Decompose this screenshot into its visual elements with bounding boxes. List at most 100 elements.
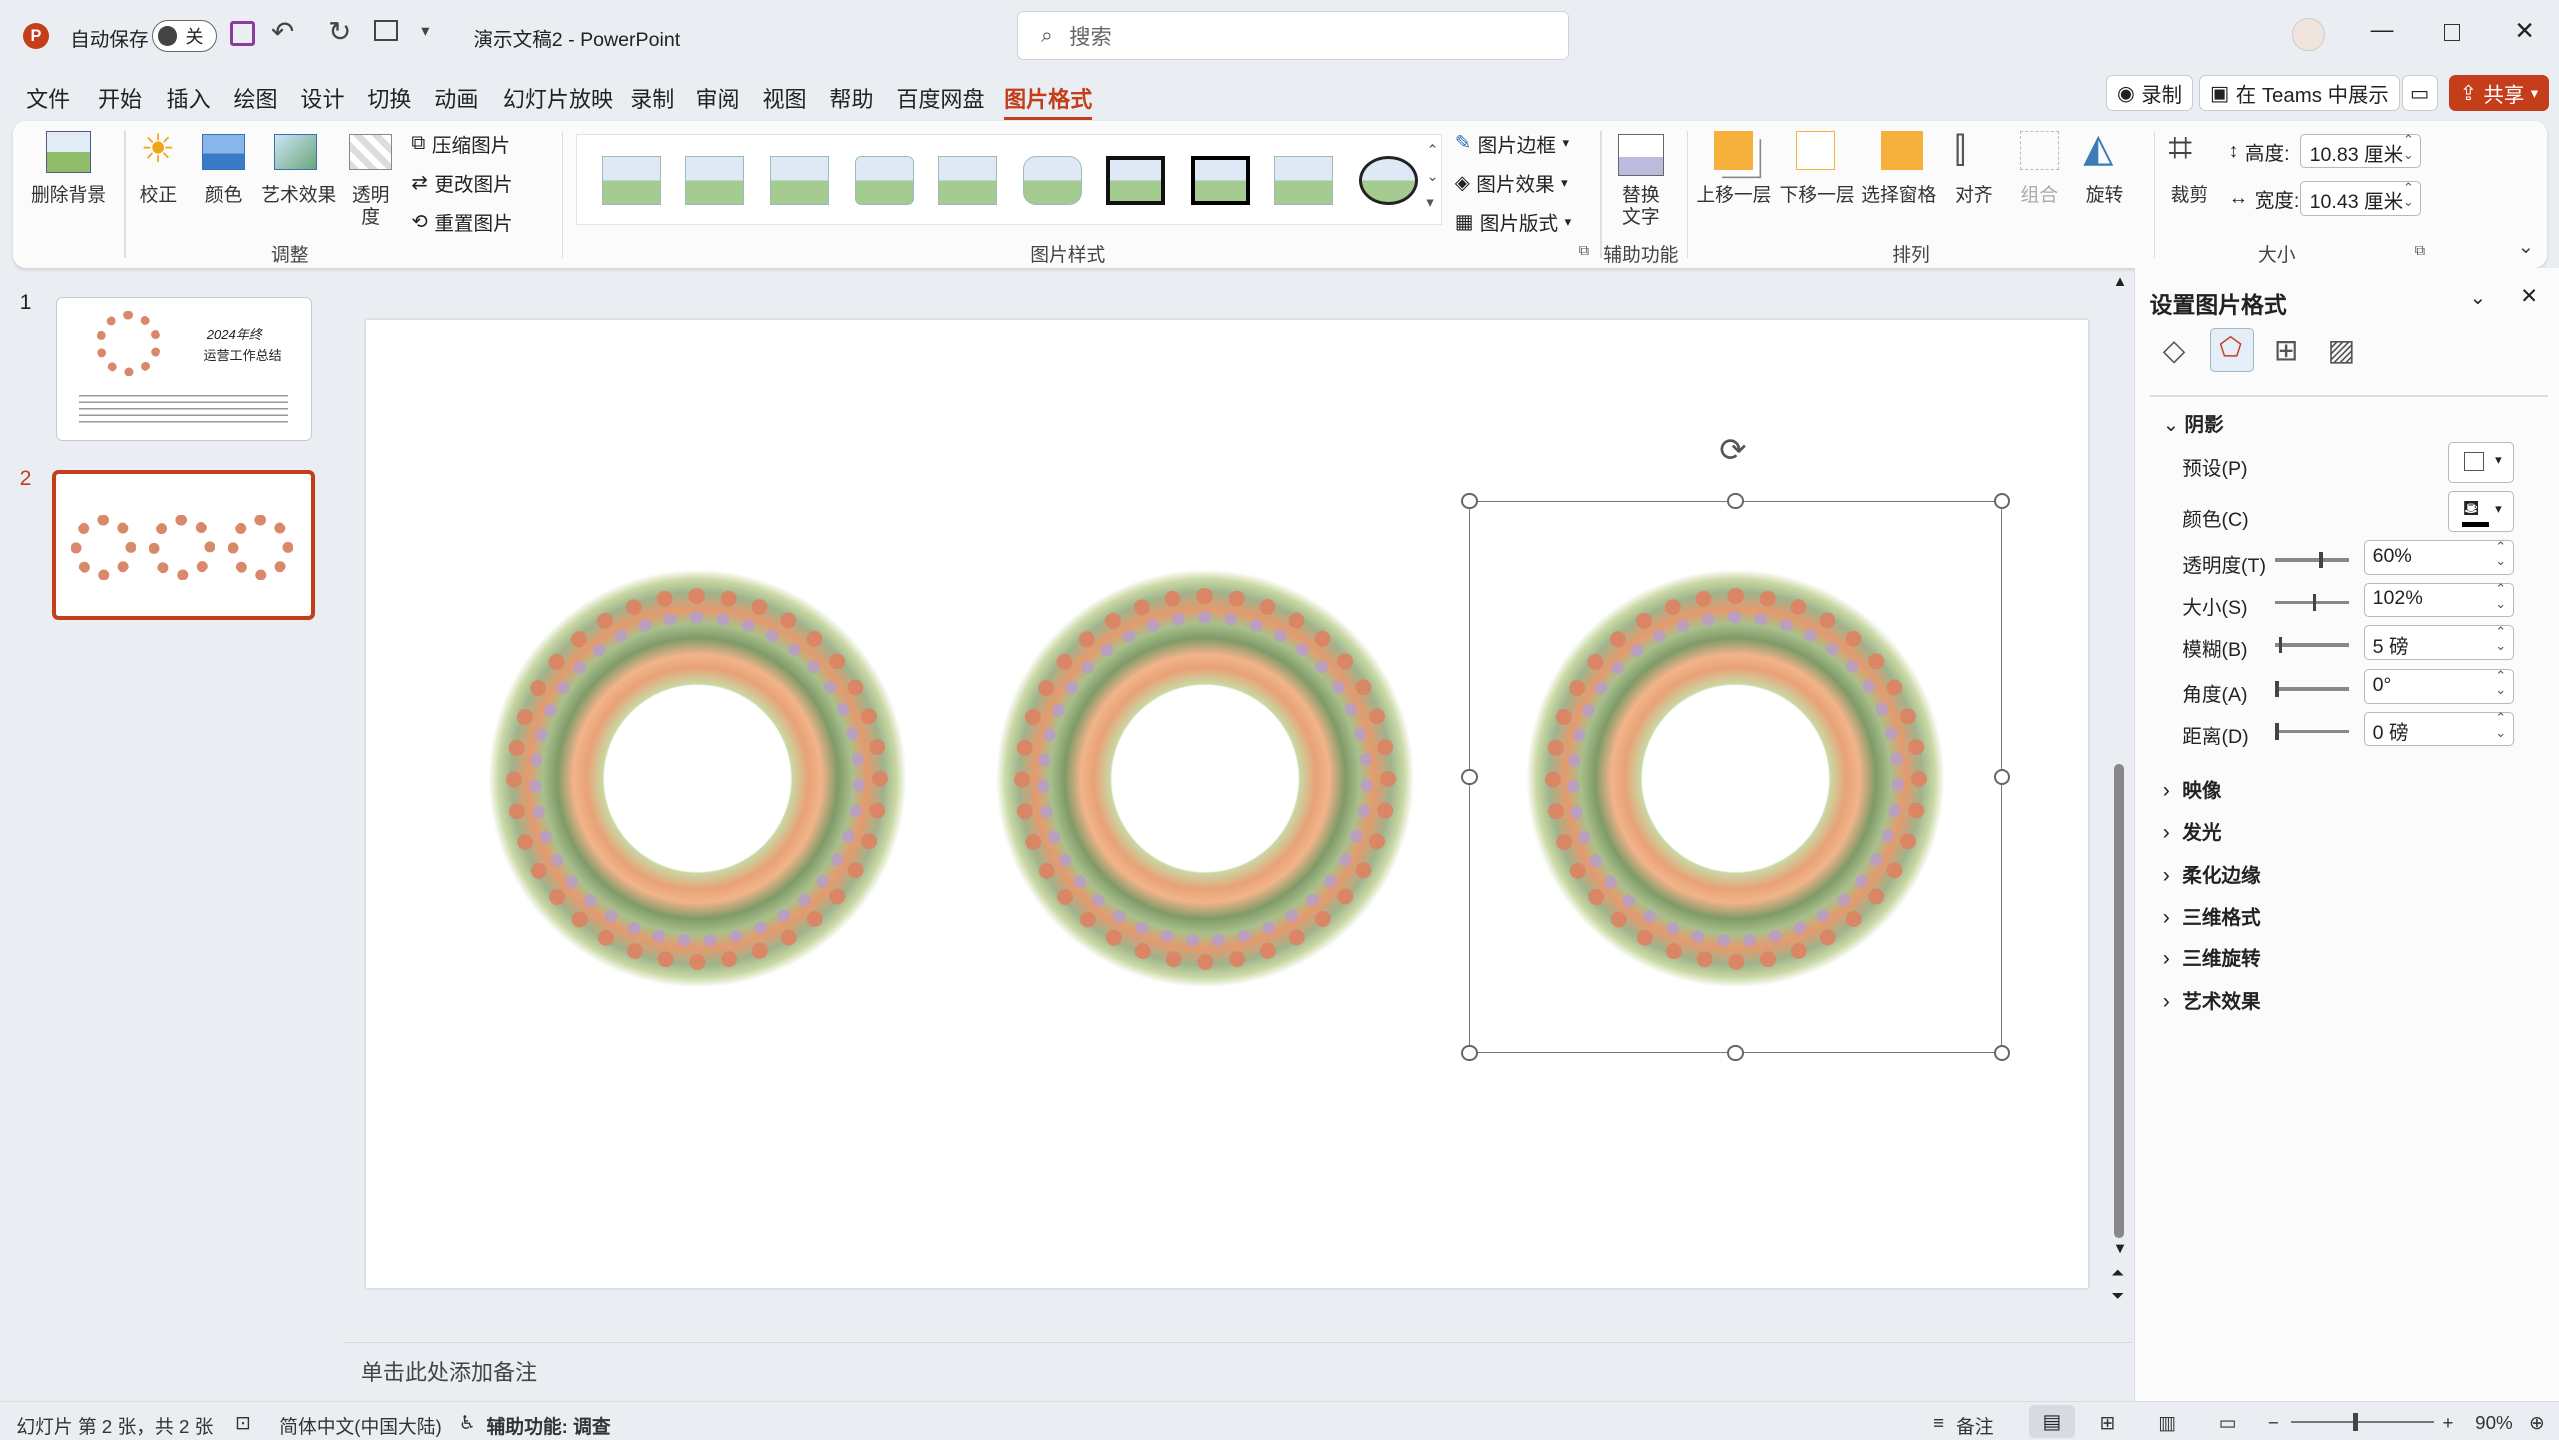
rotate-icon[interactable]: ◭ — [2083, 126, 2113, 171]
style-thumb[interactable] — [1023, 156, 1082, 206]
tab-file[interactable]: 文件 — [26, 82, 70, 114]
slide-thumbnail-2[interactable] — [52, 470, 316, 621]
accessibility-status[interactable]: 辅助功能: 调查 — [487, 1412, 611, 1439]
maximize-icon[interactable] — [2444, 24, 2461, 41]
glow-section[interactable]: 发光 — [2163, 816, 2221, 845]
scroll-thumb[interactable] — [2114, 764, 2125, 1238]
picture-layout-button[interactable]: ▦ 图片版式 ▾ — [1455, 207, 1571, 236]
reset-picture-button[interactable]: ⟲ 重置图片 — [411, 207, 512, 236]
save-icon[interactable] — [230, 21, 255, 46]
resize-handle[interactable] — [1993, 1044, 2010, 1062]
tab-draw[interactable]: 绘图 — [233, 82, 277, 114]
tab-help[interactable]: 帮助 — [829, 82, 873, 114]
tab-design[interactable]: 设计 — [300, 82, 344, 114]
tab-slideshow[interactable]: 幻灯片放映 — [503, 82, 613, 114]
search-box[interactable]: ⌕ 搜索 — [1017, 11, 1570, 61]
picture-effects-button[interactable]: ◈ 图片效果 ▾ — [1455, 168, 1568, 197]
comments-button[interactable]: ▭ — [2401, 75, 2438, 111]
soft-edges-section[interactable]: 柔化边缘 — [2163, 859, 2260, 888]
slider-thumb[interactable] — [2275, 680, 2279, 698]
height-input[interactable]: 10.83 厘米 — [2300, 133, 2422, 169]
pane-close-icon[interactable]: ✕ — [2520, 284, 2538, 309]
effects-tab[interactable]: ⬠ — [2210, 328, 2255, 373]
style-thumb[interactable] — [1191, 156, 1250, 206]
bring-forward-icon[interactable] — [1714, 130, 1754, 170]
slider-thumb[interactable] — [2319, 551, 2323, 569]
resize-handle[interactable] — [1461, 768, 1478, 786]
blur-slider[interactable] — [2275, 636, 2349, 654]
redo-icon[interactable]: ↻ — [328, 15, 351, 48]
resize-handle[interactable] — [1727, 493, 1744, 510]
tab-baidu[interactable]: 百度网盘 — [896, 82, 984, 114]
size-slider[interactable] — [2275, 594, 2349, 611]
selection-pane-icon[interactable] — [1880, 130, 1924, 170]
resize-handle[interactable] — [1993, 768, 2010, 786]
tab-record[interactable]: 录制 — [630, 82, 674, 114]
size-input[interactable]: 102% — [2363, 582, 2514, 618]
resize-handle[interactable] — [1993, 493, 2010, 510]
tab-animations[interactable]: 动画 — [434, 82, 478, 114]
dialog-launcher-icon[interactable]: ⧉ — [2415, 243, 2426, 259]
artistic-effects-section[interactable]: 艺术效果 — [2163, 985, 2260, 1014]
slide-sorter-icon[interactable]: ⊞ — [2100, 1412, 2116, 1434]
color-icon[interactable] — [202, 133, 245, 170]
collapse-ribbon-icon[interactable]: ⌄ — [2518, 235, 2534, 259]
transparency-input[interactable]: 60% — [2363, 540, 2514, 575]
normal-view-button[interactable]: ▤ — [2029, 1405, 2076, 1438]
remove-background-icon[interactable] — [45, 130, 92, 174]
zoom-thumb[interactable] — [2352, 1413, 2358, 1432]
reading-view-icon[interactable]: ▥ — [2158, 1412, 2176, 1434]
slideshow-icon[interactable]: ▭ — [2219, 1412, 2237, 1434]
style-thumb[interactable] — [1106, 156, 1166, 206]
user-avatar[interactable] — [2292, 17, 2325, 51]
width-input[interactable]: 10.43 厘米 — [2300, 181, 2422, 216]
align-icon[interactable]: ⫿ — [1954, 129, 1966, 172]
send-backward-icon[interactable] — [1795, 130, 1836, 170]
slider-thumb[interactable] — [2278, 636, 2282, 654]
zoom-out-icon[interactable]: − — [2268, 1412, 2279, 1434]
resize-handle[interactable] — [1461, 493, 1478, 510]
preset-dropdown[interactable]: ▾ — [2448, 442, 2514, 484]
style-thumb[interactable] — [938, 156, 997, 206]
picture-border-button[interactable]: ✎ 图片边框 ▾ — [1455, 129, 1569, 158]
slider-thumb[interactable] — [2275, 723, 2279, 740]
group-icon[interactable] — [2019, 130, 2059, 170]
slide-canvas[interactable]: ⟳ — [365, 320, 2089, 1289]
close-icon[interactable]: ✕ — [2514, 16, 2535, 46]
compress-pictures-button[interactable]: ⧉ 压缩图片 — [411, 129, 510, 158]
record-button[interactable]: ◉ 录制 — [2106, 75, 2193, 111]
minimize-icon[interactable]: — — [2371, 16, 2394, 43]
change-picture-button[interactable]: ⇄ 更改图片 — [411, 168, 512, 197]
3d-format-section[interactable]: 三维格式 — [2163, 901, 2260, 930]
dialog-launcher-icon[interactable]: ⧉ — [1579, 243, 1590, 259]
style-thumb[interactable] — [1359, 156, 1419, 206]
notes-area[interactable]: 单击此处添加备注 — [342, 1342, 2133, 1398]
tab-transitions[interactable]: 切换 — [367, 82, 411, 114]
artistic-effects-icon[interactable] — [274, 133, 317, 170]
notes-placeholder[interactable]: 单击此处添加备注 — [361, 1355, 537, 1387]
scroll-down-icon[interactable]: ▼ — [2113, 1241, 2128, 1257]
fill-line-icon[interactable]: ◇ — [2163, 333, 2186, 368]
blur-input[interactable]: 5 磅 — [2363, 625, 2514, 660]
reflection-section[interactable]: 映像 — [2163, 774, 2221, 803]
pane-options-icon[interactable]: ⌄ — [2470, 286, 2486, 310]
slide-thumbnail-1[interactable]: 2024年终 运营工作总结 — [55, 297, 312, 441]
transparency-icon[interactable] — [349, 133, 392, 170]
3d-rotation-section[interactable]: 三维旋转 — [2163, 942, 2260, 971]
next-slide-icon[interactable]: ⏷ — [2111, 1287, 2124, 1306]
wreath-image-2[interactable] — [984, 558, 1426, 1000]
customize-qat-icon[interactable]: ▾ — [421, 21, 429, 41]
distance-input[interactable]: 0 磅 — [2363, 711, 2514, 747]
angle-input[interactable]: 0° — [2363, 669, 2514, 704]
picture-styles-gallery[interactable]: ⌃ ⌄ ▾ — [576, 133, 1442, 226]
style-thumb[interactable] — [685, 156, 744, 206]
corrections-icon[interactable]: ☀ — [140, 127, 175, 172]
vertical-scrollbar[interactable]: ▲ ▼ ⏶ ⏷ — [2111, 274, 2127, 1312]
present-icon[interactable] — [373, 19, 399, 41]
autosave-toggle[interactable]: 关 — [151, 19, 218, 53]
zoom-in-icon[interactable]: + — [2443, 1412, 2454, 1434]
gallery-more-icon[interactable]: ⌃ ⌄ ▾ — [1426, 138, 1438, 216]
size-properties-icon[interactable]: ⊞ — [2274, 333, 2299, 368]
style-thumb[interactable] — [1274, 156, 1334, 206]
share-button[interactable]: ⇪ 共享 ▾ — [2449, 75, 2549, 111]
